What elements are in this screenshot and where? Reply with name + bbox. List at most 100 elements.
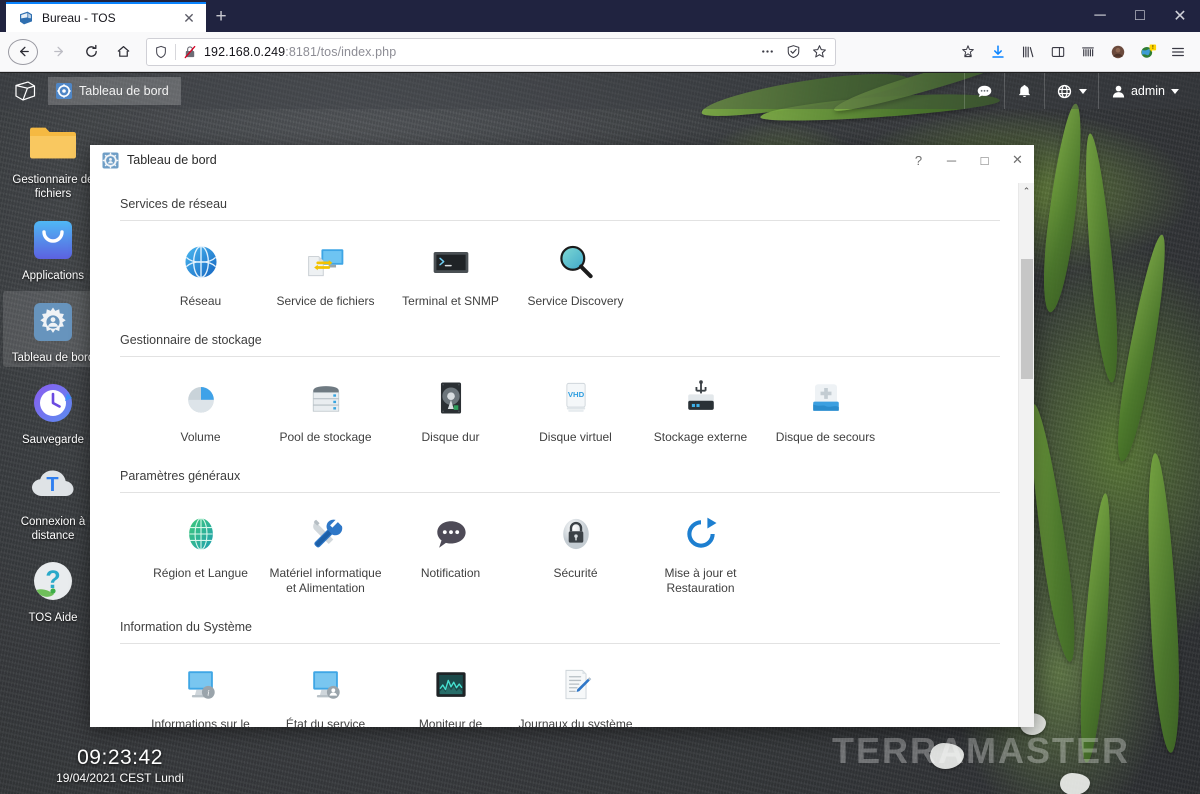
tile-region-et-langue[interactable]: Région et Langue (138, 505, 263, 604)
tile-row-information-du-systeme: i Informations sur le matériel informati… (120, 644, 1000, 727)
tile-label: État du service (285, 717, 366, 727)
minimize-button[interactable]: ─ (1080, 0, 1120, 32)
scrollbar-thumb[interactable] (1020, 259, 1033, 379)
tile-volume[interactable]: Volume (138, 369, 263, 453)
save-to-pocket-icon[interactable] (954, 38, 982, 66)
tile-label: Mise à jour et Restauration (664, 566, 737, 595)
tile-disque-dur[interactable]: Disque dur (388, 369, 513, 453)
tile-notification[interactable]: Notification (388, 505, 513, 604)
tile-label: Pool de stockage (279, 430, 372, 444)
star-icon[interactable] (809, 42, 829, 62)
desktop-icon-remote-connection[interactable]: T Connexion à distance (3, 455, 103, 545)
home-icon[interactable] (108, 37, 138, 67)
maximize-button[interactable]: □ (968, 145, 1001, 175)
browser-toolbar-right: ! (954, 38, 1192, 66)
scrollbar-track[interactable] (1019, 199, 1035, 727)
tile-terminal-et-snmp[interactable]: Terminal et SNMP (388, 233, 513, 317)
tile-row-services-de-reseau: Réseau Service de fichiers Terminal et S… (120, 221, 1000, 323)
downloads-icon[interactable] (984, 38, 1012, 66)
page-viewport: TERRAMASTER Tableau de bord admin Gestio… (0, 73, 1200, 794)
tile-mise-a-jour-et-restauration[interactable]: Mise à jour et Restauration (638, 505, 763, 604)
containers-icon[interactable] (1074, 38, 1102, 66)
tile-disque-virtuel[interactable]: VHD Disque virtuel (513, 369, 638, 453)
dashboard-body: Services de réseau Réseau Service de fic… (90, 175, 1034, 727)
tile-etat-du-service[interactable]: État du service (263, 656, 388, 727)
scroll-up-arrow-icon[interactable]: ⌃ (1019, 183, 1035, 199)
notification-bell-icon[interactable] (1003, 73, 1044, 109)
close-button[interactable]: ✕ (1001, 145, 1034, 175)
shield-icon[interactable] (153, 44, 169, 60)
tile-service-de-fichiers[interactable]: Service de fichiers (263, 233, 388, 317)
dashboard-window-controls: ? ─ □ ✕ (902, 145, 1034, 175)
tile-label: Disque dur (421, 430, 480, 444)
browser-navbar: 192.168.0.249:8181/tos/index.php ! (0, 32, 1200, 72)
insecure-lock-strikethrough-icon[interactable] (182, 44, 198, 60)
tos-topbar: Tableau de bord admin (0, 73, 1200, 109)
globe-network-icon (178, 239, 224, 285)
desktop-icon-tos-help[interactable]: ? TOS Aide (3, 551, 103, 627)
desktop-icon-file-manager[interactable]: Gestionnaire de fichiers (3, 113, 103, 203)
desktop-icon-dashboard[interactable]: Tableau de bord (3, 291, 103, 367)
browser-tab[interactable]: Bureau - TOS ✕ (6, 2, 206, 32)
tile-label: Disque virtuel (539, 430, 612, 444)
tile-disque-de-secours[interactable]: Disque de secours (763, 369, 888, 453)
tile-label: Matériel informatique et Alimentation (269, 566, 382, 595)
tile-journaux-du-systeme[interactable]: Journaux du système (513, 656, 638, 727)
question-mark-icon: ? (26, 554, 80, 608)
back-arrow-icon[interactable] (8, 38, 38, 65)
taskbar-item-tableau-de-bord[interactable]: Tableau de bord (48, 77, 181, 105)
url-text[interactable]: 192.168.0.249:8181/tos/index.php (204, 45, 751, 59)
terramaster-cube-logo-icon[interactable] (10, 76, 40, 106)
section-heading-parametres-generaux: Paramètres généraux (120, 459, 1000, 493)
chevron-down-icon (1171, 88, 1179, 94)
spare-disk-icon (803, 375, 849, 421)
tos-cube-icon (18, 10, 34, 26)
tile-stockage-externe[interactable]: Stockage externe (638, 369, 763, 453)
storage-pool-icon (303, 375, 349, 421)
green-globe-icon (178, 511, 224, 557)
desktop-icon-applications[interactable]: Applications (3, 209, 103, 285)
pie-volume-icon (178, 375, 224, 421)
tile-informations-sur-le-materiel-informatique[interactable]: i Informations sur le matériel informati… (138, 656, 263, 727)
dashboard-titlebar[interactable]: Tableau de bord ? ─ □ ✕ (90, 145, 1034, 175)
dashboard-gear-icon (102, 151, 119, 169)
tile-securite[interactable]: Sécurité (513, 505, 638, 604)
hard-disk-icon (428, 375, 474, 421)
language-globe-icon[interactable] (1043, 73, 1098, 109)
new-tab-button[interactable]: + (206, 2, 236, 32)
section-heading-services-de-reseau: Services de réseau (120, 187, 1000, 221)
reader-view-icon[interactable] (783, 42, 803, 62)
reload-icon[interactable] (76, 37, 106, 67)
close-icon[interactable]: ✕ (180, 9, 198, 27)
tile-service-discovery[interactable]: Service Discovery (513, 233, 638, 317)
ellipsis-icon[interactable] (757, 42, 777, 62)
tile-materiel-informatique-et-alimentation[interactable]: Matériel informatique et Alimentation (263, 505, 388, 604)
tile-pool-de-stockage[interactable]: Pool de stockage (263, 369, 388, 453)
browser-tabstrip: Bureau - TOS ✕ + ─ □ ✕ (0, 0, 1200, 32)
minimize-button[interactable]: ─ (935, 145, 968, 175)
tile-moniteur-de-ressources[interactable]: Moniteur de ressources (388, 656, 513, 727)
account-avatar-icon[interactable] (1104, 38, 1132, 66)
tile-label: Volume (180, 430, 221, 444)
wallpaper-salt-flake (1060, 773, 1090, 794)
close-button[interactable]: ✕ (1160, 0, 1200, 32)
padlock-icon (553, 511, 599, 557)
help-button[interactable]: ? (902, 145, 935, 175)
file-service-icon (303, 239, 349, 285)
maximize-button[interactable]: □ (1120, 0, 1160, 32)
forward-arrow-icon[interactable] (44, 37, 74, 67)
tile-label: Stockage externe (653, 430, 748, 444)
update-restore-icon (678, 511, 724, 557)
extension-globe-icon[interactable]: ! (1134, 38, 1162, 66)
desktop-icon-label: Connexion à distance (20, 516, 86, 542)
url-bar[interactable]: 192.168.0.249:8181/tos/index.php (146, 37, 836, 66)
desktop-icon-backup[interactable]: Sauvegarde (3, 373, 103, 449)
sidebars-icon[interactable] (1044, 38, 1072, 66)
user-menu[interactable]: admin (1097, 73, 1190, 109)
app-menu-icon[interactable] (1164, 38, 1192, 66)
tile-reseau[interactable]: Réseau (138, 233, 263, 317)
chat-icon[interactable] (963, 73, 1004, 109)
dashboard-scrollbar[interactable]: ⌃ (1018, 183, 1034, 727)
library-icon[interactable] (1014, 38, 1042, 66)
tile-label: Moniteur de ressources (418, 717, 483, 727)
